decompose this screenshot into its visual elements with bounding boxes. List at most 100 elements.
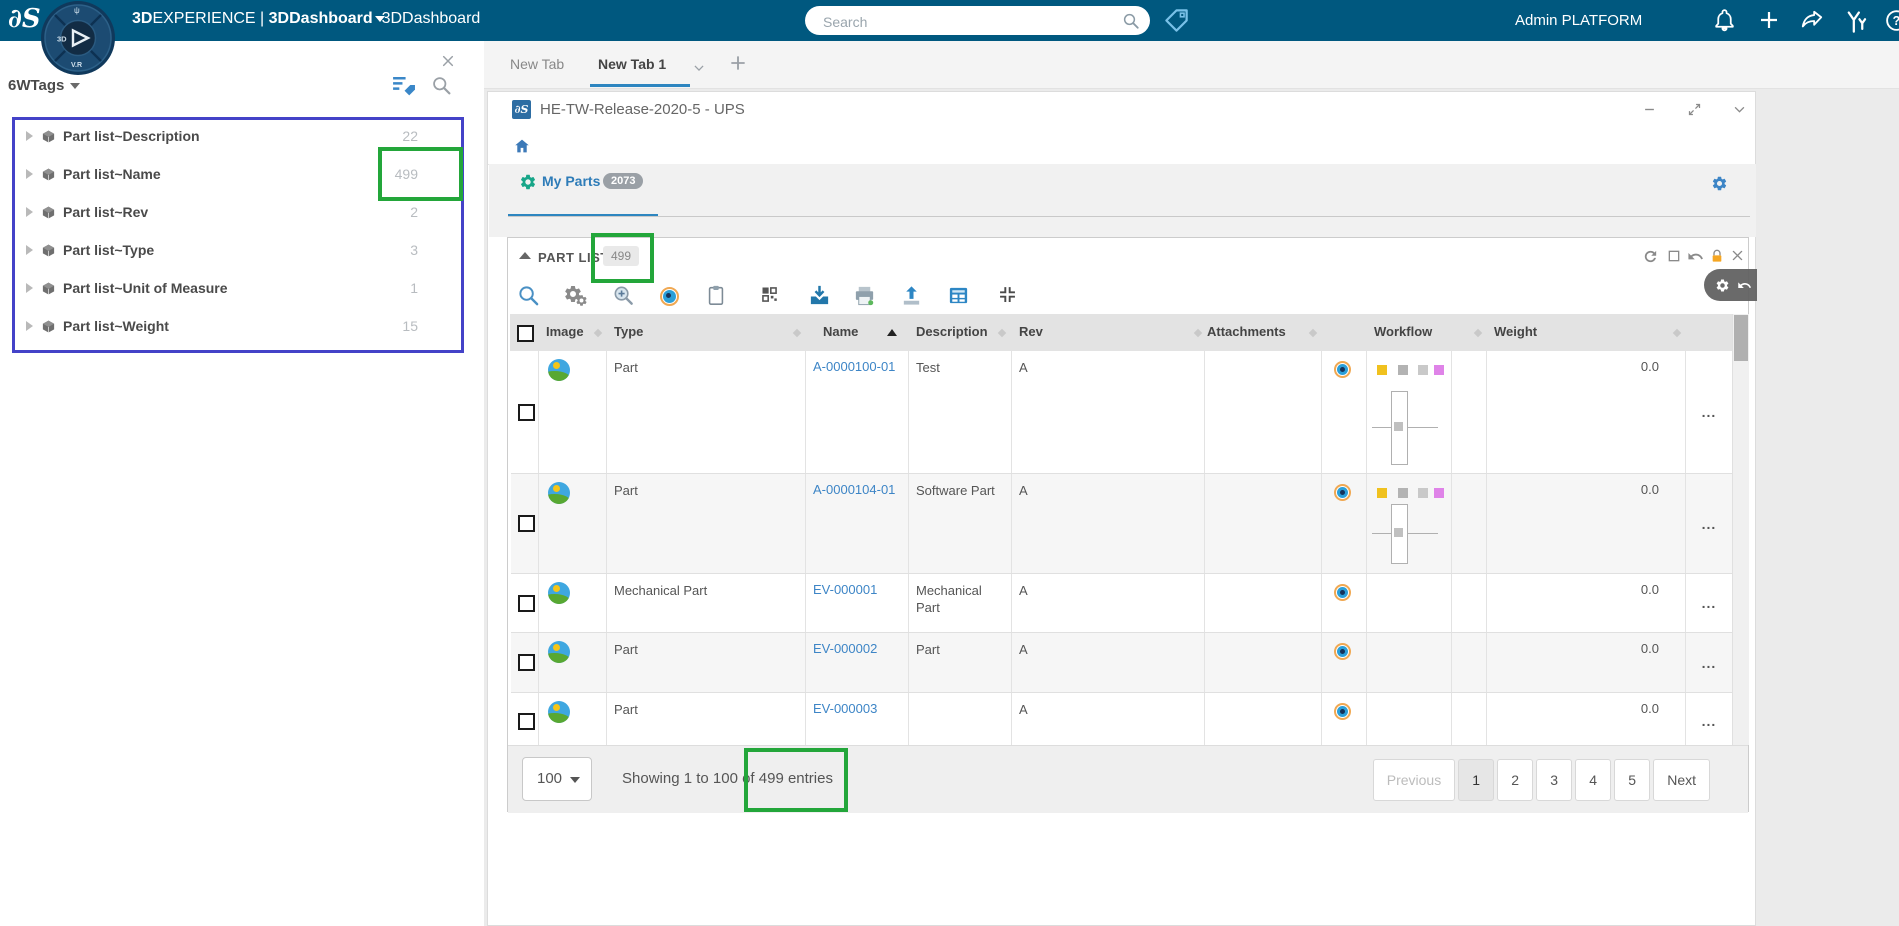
sidebar-tag-item[interactable]: Part list~Rev 2 (12, 193, 458, 231)
row-actions-button[interactable]: ... (1702, 404, 1717, 420)
sidebar-tag-item[interactable]: Part list~Type 3 (12, 231, 458, 269)
part-name-link[interactable]: EV-000002 (813, 641, 877, 656)
gear-icon[interactable] (1715, 278, 1730, 293)
page-number-button[interactable]: 2 (1497, 759, 1534, 801)
row-actions-button[interactable]: ... (1702, 655, 1717, 671)
row-actions-button[interactable]: ... (1702, 595, 1717, 611)
undo-icon[interactable] (1687, 248, 1704, 265)
part-name-link[interactable]: A-0000104-01 (813, 482, 895, 497)
tab-my-parts[interactable]: My Parts (542, 173, 600, 189)
expander-icon[interactable] (26, 321, 33, 331)
part-name-link[interactable]: EV-000003 (813, 701, 877, 716)
row-actions-button[interactable]: ... (1702, 516, 1717, 532)
visibility-eye-icon[interactable] (660, 287, 679, 306)
row-checkbox[interactable] (518, 403, 535, 421)
add-content-icon[interactable] (1757, 8, 1781, 32)
column-header-description[interactable]: Description (916, 324, 988, 339)
part-thumbnail-icon[interactable] (548, 641, 570, 663)
sidebar-title[interactable]: 6WTags (8, 77, 81, 94)
sidebar-search-icon[interactable] (431, 75, 452, 96)
expander-icon[interactable] (26, 169, 33, 179)
sidebar-tag-item[interactable]: Part list~Description 22 (12, 117, 458, 155)
next-page-button[interactable]: Next (1653, 759, 1710, 801)
expander-icon[interactable] (26, 207, 33, 217)
print-icon[interactable] (853, 284, 876, 307)
table-row[interactable]: Part A-0000100-01 Test A 0.0 ... (511, 351, 1732, 474)
settings-gears-icon[interactable] (563, 284, 583, 304)
select-all-checkbox[interactable] (517, 325, 534, 342)
3dcompass[interactable]: 3D V.R ψ (40, 0, 116, 76)
column-header-image[interactable]: Image (546, 324, 584, 339)
search-icon[interactable] (1122, 12, 1140, 30)
subscription-eye-icon[interactable] (1334, 361, 1351, 378)
table-row[interactable]: Part EV-000002 Part A 0.0 ... (511, 633, 1732, 693)
part-thumbnail-icon[interactable] (548, 701, 570, 723)
widget-minimize-icon[interactable] (1642, 102, 1657, 117)
table-row[interactable]: Part EV-000003 A 0.0 ... (511, 693, 1732, 750)
subscription-eye-icon[interactable] (1334, 584, 1351, 601)
previous-page-button[interactable]: Previous (1372, 759, 1456, 801)
sidebar-tag-item[interactable]: Part list~Unit of Measure 1 (12, 269, 458, 307)
lock-icon[interactable] (1709, 248, 1725, 264)
column-header-weight[interactable]: Weight (1494, 324, 1537, 339)
page-number-button[interactable]: 4 (1575, 759, 1612, 801)
zoom-in-icon[interactable] (612, 284, 635, 307)
tab-new-tab-1[interactable]: New Tab 1 (598, 41, 666, 87)
subscription-eye-icon[interactable] (1334, 484, 1351, 501)
widget-settings-gear-icon[interactable] (1711, 175, 1728, 192)
tab-menu-chevron-icon[interactable] (692, 61, 706, 75)
page-size-select[interactable]: 100 (522, 757, 592, 801)
sort-ascending-icon[interactable] (887, 329, 897, 336)
widget-menu-chevron-icon[interactable] (1732, 102, 1747, 117)
table-view-icon[interactable] (947, 284, 970, 307)
upload-icon[interactable] (900, 284, 923, 307)
part-thumbnail-icon[interactable] (548, 359, 570, 381)
layout-grid-icon[interactable] (759, 284, 780, 305)
column-header-attachments[interactable]: Attachments (1207, 324, 1286, 339)
user-platform-label[interactable]: Admin PLATFORM (1515, 12, 1642, 29)
3ds-user-icon[interactable] (1842, 8, 1869, 35)
expander-icon[interactable] (26, 245, 33, 255)
search-input[interactable] (821, 10, 1105, 33)
clipboard-icon[interactable] (705, 284, 727, 306)
sidebar-tag-item[interactable]: Part list~Name 499 (12, 155, 458, 193)
part-name-link[interactable]: EV-000001 (813, 582, 877, 597)
subscription-eye-icon[interactable] (1334, 643, 1351, 660)
download-icon[interactable] (808, 284, 831, 307)
column-header-name[interactable]: Name (823, 324, 858, 339)
widget-expand-icon[interactable] (1687, 102, 1702, 117)
global-search[interactable] (805, 6, 1150, 35)
close-panel-icon[interactable] (1730, 248, 1745, 263)
row-checkbox[interactable] (518, 594, 535, 612)
scrollbar-thumb[interactable] (1734, 315, 1748, 361)
subscription-eye-icon[interactable] (1334, 703, 1351, 720)
notifications-bell-icon[interactable] (1712, 8, 1737, 33)
search-table-icon[interactable] (517, 284, 540, 307)
sidebar-tag-item[interactable]: Part list~Weight 15 (12, 307, 458, 345)
table-row[interactable]: Mechanical Part EV-000001 Mechanical Par… (511, 574, 1732, 633)
tag-icon[interactable] (1163, 7, 1190, 34)
row-checkbox[interactable] (518, 515, 535, 532)
table-row[interactable]: Part A-0000104-01 Software Part A 0.0 ..… (511, 474, 1732, 574)
filter-tag-icon[interactable] (391, 73, 416, 98)
maximize-icon[interactable] (1666, 248, 1682, 264)
home-icon[interactable] (513, 137, 531, 155)
part-thumbnail-icon[interactable] (548, 582, 570, 604)
part-thumbnail-icon[interactable] (548, 482, 570, 504)
refresh-icon[interactable] (1642, 248, 1659, 265)
column-header-workflow[interactable]: Workflow (1374, 324, 1432, 339)
tab-new-tab[interactable]: New Tab (510, 41, 564, 87)
share-icon[interactable] (1799, 8, 1825, 34)
row-checkbox[interactable] (518, 712, 535, 730)
column-header-type[interactable]: Type (614, 324, 643, 339)
table-scrollbar[interactable] (1732, 314, 1749, 745)
add-tab-icon[interactable] (728, 53, 748, 73)
part-name-link[interactable]: A-0000100-01 (813, 359, 895, 374)
page-number-button[interactable]: 1 (1458, 759, 1495, 801)
reset-undo-icon[interactable] (1737, 278, 1752, 293)
close-sidebar-icon[interactable] (440, 53, 456, 69)
collapse-section-icon[interactable] (519, 252, 531, 259)
page-number-button[interactable]: 5 (1614, 759, 1651, 801)
column-header-rev[interactable]: Rev (1019, 324, 1043, 339)
page-number-button[interactable]: 3 (1536, 759, 1573, 801)
